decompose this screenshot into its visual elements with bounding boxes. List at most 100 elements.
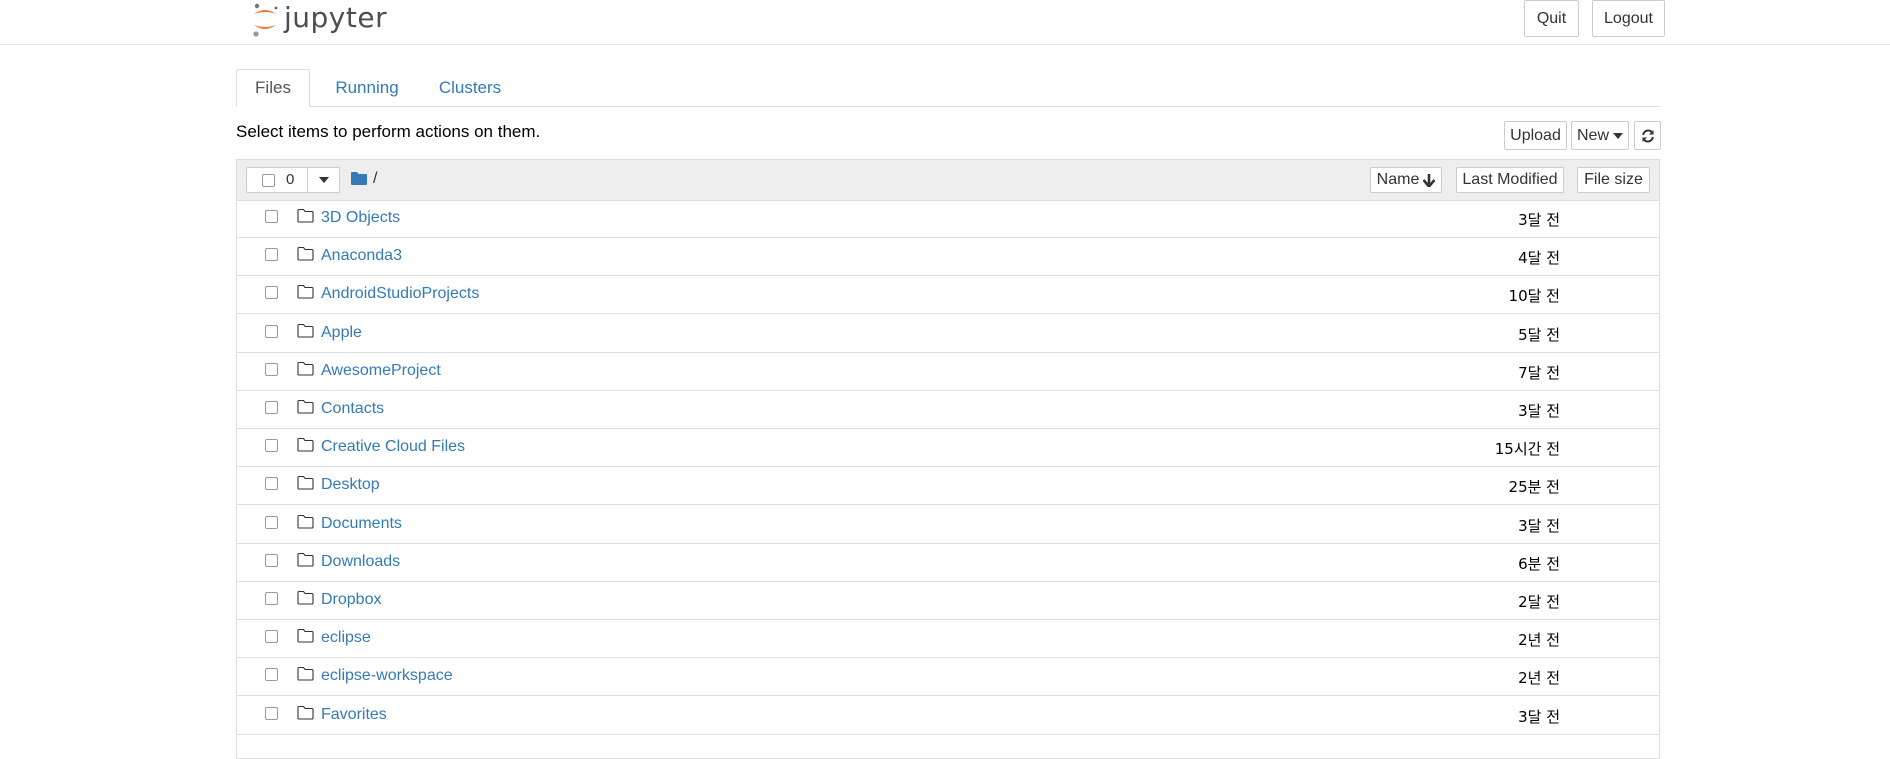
refresh-button[interactable] (1634, 121, 1661, 150)
folder-open-icon[interactable] (351, 171, 367, 185)
item-last-modified: 25분 전 (1508, 478, 1560, 497)
item-checkbox[interactable] (265, 248, 278, 262)
select-all-checkbox[interactable] (262, 174, 275, 187)
arrow-down-icon (1423, 173, 1436, 187)
item-last-modified: 5달 전 (1518, 325, 1560, 344)
sort-name-label: Name (1376, 171, 1420, 188)
select-all-box[interactable]: 0 (246, 167, 308, 193)
item-checkbox[interactable] (265, 324, 278, 338)
item-checkbox[interactable] (265, 630, 278, 644)
item-name-link[interactable]: Favorites (321, 706, 387, 724)
file-list-header: 0 / Name Last Modified File size (237, 160, 1659, 201)
item-checkbox[interactable] (265, 286, 278, 300)
item-last-modified: 3달 전 (1518, 707, 1560, 726)
logout-button[interactable]: Logout (1592, 0, 1665, 37)
item-name-link[interactable]: 3D Objects (321, 209, 400, 227)
logo-text: jupyter (284, 0, 388, 34)
caret-down-icon (1613, 132, 1623, 139)
item-checkbox[interactable] (265, 439, 278, 453)
item-last-modified: 2년 전 (1518, 669, 1560, 688)
item-name-link[interactable]: Desktop (321, 476, 380, 494)
folder-icon (297, 514, 314, 529)
item-checkbox[interactable] (265, 362, 278, 376)
selected-count: 0 (286, 171, 295, 188)
item-last-modified: 6분 전 (1518, 554, 1560, 573)
list-item[interactable]: Creative Cloud Files 15시간 전 (237, 429, 1659, 468)
folder-icon (297, 361, 314, 376)
item-last-modified: 10달 전 (1508, 287, 1560, 306)
folder-icon (297, 285, 314, 299)
item-checkbox[interactable] (265, 553, 278, 567)
list-item[interactable]: Favorites 3달 전 (237, 697, 1659, 735)
list-item[interactable]: 3D Objects 3달 전 (237, 200, 1659, 238)
refresh-icon (1641, 129, 1654, 142)
item-name-link[interactable]: Anaconda3 (321, 247, 402, 265)
item-last-modified: 3달 전 (1518, 516, 1560, 535)
item-name-link[interactable]: Dropbox (321, 591, 381, 609)
item-name-link[interactable]: eclipse-workspace (321, 667, 453, 685)
item-last-modified: 4달 전 (1518, 249, 1560, 268)
folder-icon (297, 629, 314, 643)
sort-file-size-button[interactable]: File size (1577, 167, 1650, 193)
item-name-link[interactable]: Apple (321, 324, 362, 342)
list-item[interactable]: eclipse 2년 전 (237, 620, 1659, 659)
item-checkbox[interactable] (265, 706, 278, 720)
item-checkbox[interactable] (265, 477, 278, 491)
item-name-link[interactable]: Contacts (321, 400, 384, 418)
top-header: jupyter Quit Logout (0, 0, 1890, 45)
list-item[interactable]: Anaconda3 4달 전 (237, 238, 1659, 277)
list-item[interactable]: Documents 3달 전 (237, 506, 1659, 544)
folder-icon (297, 399, 314, 414)
item-last-modified: 7달 전 (1518, 363, 1560, 382)
item-checkbox[interactable] (265, 210, 278, 223)
folder-icon (297, 667, 314, 681)
list-item[interactable]: Desktop 25분 전 (237, 467, 1659, 506)
folder-icon (297, 323, 314, 338)
list-item[interactable]: eclipse-workspace 2년 전 (237, 658, 1659, 697)
item-checkbox[interactable] (265, 668, 278, 682)
folder-icon (297, 438, 314, 452)
upload-button[interactable]: Upload (1504, 121, 1567, 150)
item-checkbox[interactable] (265, 401, 278, 414)
list-item[interactable]: AwesomeProject 7달 전 (237, 353, 1659, 391)
list-item[interactable]: Dropbox 2달 전 (237, 582, 1659, 620)
item-name-link[interactable]: AndroidStudioProjects (321, 285, 479, 303)
item-name-link[interactable]: Creative Cloud Files (321, 438, 465, 456)
select-items-message: Select items to perform actions on them. (236, 122, 541, 141)
folder-icon (297, 552, 314, 567)
tab-clusters[interactable]: Clusters (424, 69, 516, 107)
item-checkbox[interactable] (265, 515, 278, 529)
item-last-modified: 3달 전 (1518, 211, 1560, 229)
folder-icon (297, 208, 314, 223)
caret-down-icon (318, 177, 329, 183)
item-name-link[interactable]: Documents (321, 515, 402, 533)
breadcrumb-root[interactable]: / (373, 170, 377, 188)
tab-running[interactable]: Running (320, 69, 414, 107)
sort-last-modified-button[interactable]: Last Modified (1456, 167, 1564, 193)
new-button[interactable]: New (1571, 121, 1629, 150)
tab-files[interactable]: Files (236, 69, 310, 107)
new-button-label: New (1576, 126, 1609, 144)
item-name-link[interactable]: Downloads (321, 553, 400, 571)
item-last-modified: 3달 전 (1518, 402, 1560, 420)
list-item[interactable]: AndroidStudioProjects 10달 전 (237, 276, 1659, 315)
folder-icon (297, 705, 314, 720)
jupyter-logo[interactable]: jupyter (250, 0, 387, 40)
selection-dropdown-button[interactable] (307, 167, 340, 193)
list-item[interactable]: Contacts 3달 전 (237, 391, 1659, 429)
tab-bar: Files Running Clusters (236, 69, 1660, 107)
folder-icon (297, 590, 314, 605)
item-last-modified: 2달 전 (1518, 593, 1560, 611)
quit-button[interactable]: Quit (1524, 0, 1579, 37)
item-name-link[interactable]: AwesomeProject (321, 362, 441, 380)
jupyter-logo-icon (253, 3, 278, 37)
sort-name-button[interactable]: Name (1370, 167, 1442, 193)
file-list-panel: 0 / Name Last Modified File size 3D Obje… (236, 159, 1660, 759)
list-item[interactable]: Apple 5달 전 (237, 315, 1659, 353)
folder-icon (297, 247, 314, 261)
item-name-link[interactable]: eclipse (321, 629, 371, 647)
item-last-modified: 2년 전 (1518, 631, 1560, 650)
list-item[interactable]: Downloads 6분 전 (237, 544, 1659, 582)
item-checkbox[interactable] (265, 592, 278, 605)
folder-icon (297, 476, 314, 490)
